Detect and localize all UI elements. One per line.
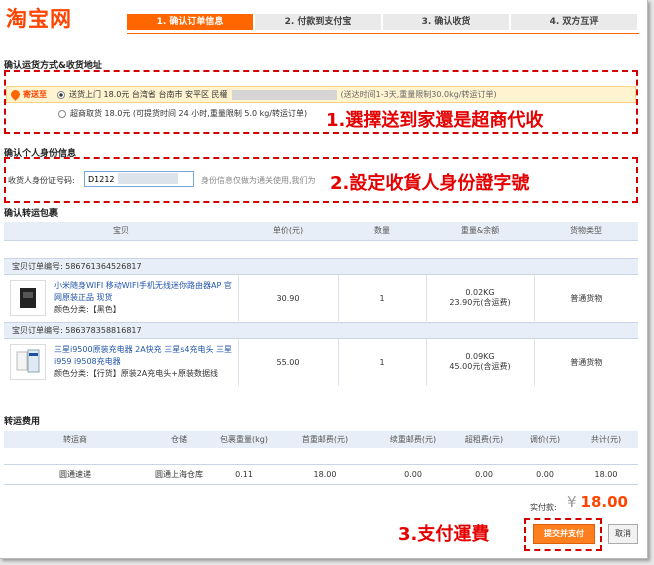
table-row: 三星i9500原装充电器 2A快充 三星s4充电头 三星i959 i9508充电… <box>4 338 638 386</box>
location-pin-icon <box>9 88 22 101</box>
shipping-option-store[interactable]: 超商取货 18.0元 (可提货时间 24 小时,重量限制 5.0 kg/转运订单… <box>58 108 307 119</box>
col-carrier: 转运商 <box>4 431 146 448</box>
quantity: 1 <box>338 274 427 322</box>
items-table: 宝贝 单价(元) 数量 重量&余额 货物类型 宝贝订单编号: 586761364… <box>4 222 638 386</box>
table-row: 小米随身WIFI 移动WIFI手机无线迷你路由器AP 官网原装正品 现货 颜色分… <box>4 274 638 322</box>
submit-pay-button[interactable]: 提交并支付 <box>533 524 595 544</box>
total-label: 实付款: <box>530 503 557 512</box>
col-adjust: 调价(元) <box>516 431 574 448</box>
product-attr: 颜色分类:【行货】原装2A充电头+原装数据线 <box>54 369 218 379</box>
step-confirm-receipt: 3. 确认收货 <box>383 14 509 30</box>
page: 淘宝网 1. 确认订单信息 2. 付款到支付宝 3. 确认收货 4. 双方互评 … <box>0 0 648 559</box>
total-amount: ¥18.00 <box>567 493 628 511</box>
id-number-redacted <box>118 173 178 184</box>
col-weight: 包裹重量(kg) <box>212 431 276 448</box>
product-title-link[interactable]: 小米随身WIFI 移动WIFI手机无线迷你路由器AP 官网原装正品 现货 <box>54 280 238 304</box>
col-type: 货物类型 <box>534 222 638 241</box>
step-pay: 2. 付款到支付宝 <box>255 14 381 30</box>
shipping-home-radio[interactable] <box>57 90 65 99</box>
rent-fee: 0.00 <box>452 463 516 485</box>
table-row: 圆通速递 圆通上海仓库 0.11 18.00 0.00 0.00 0.00 18… <box>4 463 638 485</box>
package-weight: 0.11 <box>212 463 276 485</box>
currency-symbol: ¥ <box>567 493 577 511</box>
weight-balance: 0.02KG 23.90元(含运费) <box>426 274 535 322</box>
shipping-home-note: (送达时间1-3天,重量限制30.0kg/转运订单) <box>340 90 497 99</box>
cancel-button[interactable]: 取消 <box>608 524 638 544</box>
shipping-store-radio[interactable] <box>58 109 66 118</box>
order-number: 宝贝订单编号: 586378358816817 <box>4 321 638 339</box>
step-underline <box>127 33 639 34</box>
product-attr: 颜色分类:【黑色】 <box>54 305 121 314</box>
items-section-title: 确认转运包裹 <box>4 209 59 219</box>
id-number-label: 收货人身份证号码: <box>8 176 75 185</box>
items-header-row: 宝贝 单价(元) 数量 重量&余额 货物类型 <box>4 222 638 241</box>
fee-total: 18.00 <box>574 463 638 485</box>
step-review: 4. 双方互评 <box>511 14 637 30</box>
carrier: 圆通速递 <box>4 463 146 485</box>
col-extra-fee: 续重邮费(元) <box>374 431 452 448</box>
taobao-logo[interactable]: 淘宝网 <box>6 3 72 33</box>
annotation-3: 3.支付運費 <box>398 524 490 545</box>
extra-fee: 0.00 <box>374 463 452 485</box>
goods-type: 普通货物 <box>570 357 603 367</box>
col-item: 宝贝 <box>4 222 238 241</box>
fee-header-row: 转运商 仓储 包裹重量(kg) 首重邮费(元) 续重邮费(元) 超租费(元) 调… <box>4 431 638 448</box>
progress-steps: 1. 确认订单信息 2. 付款到支付宝 3. 确认收货 4. 双方互评 <box>127 14 639 30</box>
address-redacted <box>231 89 337 100</box>
first-fee: 18.00 <box>276 463 374 485</box>
unit-price: 30.90 <box>238 274 339 322</box>
col-qty: 数量 <box>338 222 426 241</box>
fee-section-title: 转运费用 <box>4 417 41 427</box>
unit-price: 55.00 <box>238 338 339 386</box>
col-warehouse: 仓储 <box>146 431 212 448</box>
annotation-1: 1.選擇送到家還是超商代收 <box>326 110 544 131</box>
col-weight: 重量&余额 <box>426 222 534 241</box>
product-thumbnail[interactable] <box>10 344 46 381</box>
send-to-label: 寄送至 <box>23 90 47 99</box>
total-value: 18.00 <box>580 493 628 511</box>
weight-balance: 0.09KG 45.00元(含运费) <box>426 338 535 386</box>
product-title-link[interactable]: 三星i9500原装充电器 2A快充 三星s4充电头 三星i959 i9508充电… <box>54 344 238 368</box>
order-row: 宝贝订单编号: 586761364526817 <box>4 257 638 275</box>
col-rent-fee: 超租费(元) <box>452 431 516 448</box>
shipping-home-label: 送货上门 18.0元 台湾省 台南市 安平区 民權 <box>69 90 228 99</box>
balance: 23.90元(含运费) <box>449 298 511 307</box>
fee-table: 转运商 仓储 包裹重量(kg) 首重邮费(元) 续重邮费(元) 超租费(元) 调… <box>4 431 638 485</box>
quantity: 1 <box>338 338 427 386</box>
step-confirm-order: 1. 确认订单信息 <box>127 14 253 30</box>
id-number-hint: 身份信息仅做为通关使用,我们为 <box>201 176 316 185</box>
warehouse: 圆通上海仓库 <box>146 463 212 485</box>
annotation-2: 2.設定收貨人身份證字號 <box>330 173 530 194</box>
order-number: 宝贝订单编号: 586761364526817 <box>4 257 638 275</box>
adjust-fee: 0.00 <box>516 463 574 485</box>
shipping-store-label: 超商取货 18.0元 (可提货时间 24 小时,重量限制 5.0 kg/转运订单… <box>70 109 308 118</box>
col-total: 共计(元) <box>574 431 638 448</box>
balance: 45.00元(含运费) <box>449 362 511 372</box>
weight: 0.09KG <box>465 352 495 362</box>
col-first-fee: 首重邮费(元) <box>276 431 374 448</box>
weight: 0.02KG <box>465 288 495 297</box>
order-row: 宝贝订单编号: 586378358816817 <box>4 321 638 339</box>
shipping-option-home[interactable]: 寄送至 送货上门 18.0元 台湾省 台南市 安平区 民權 (送达时间1-3天,… <box>6 86 636 103</box>
col-price: 单价(元) <box>238 222 338 241</box>
goods-type: 普通货物 <box>570 293 603 303</box>
product-thumbnail[interactable] <box>10 280 46 316</box>
